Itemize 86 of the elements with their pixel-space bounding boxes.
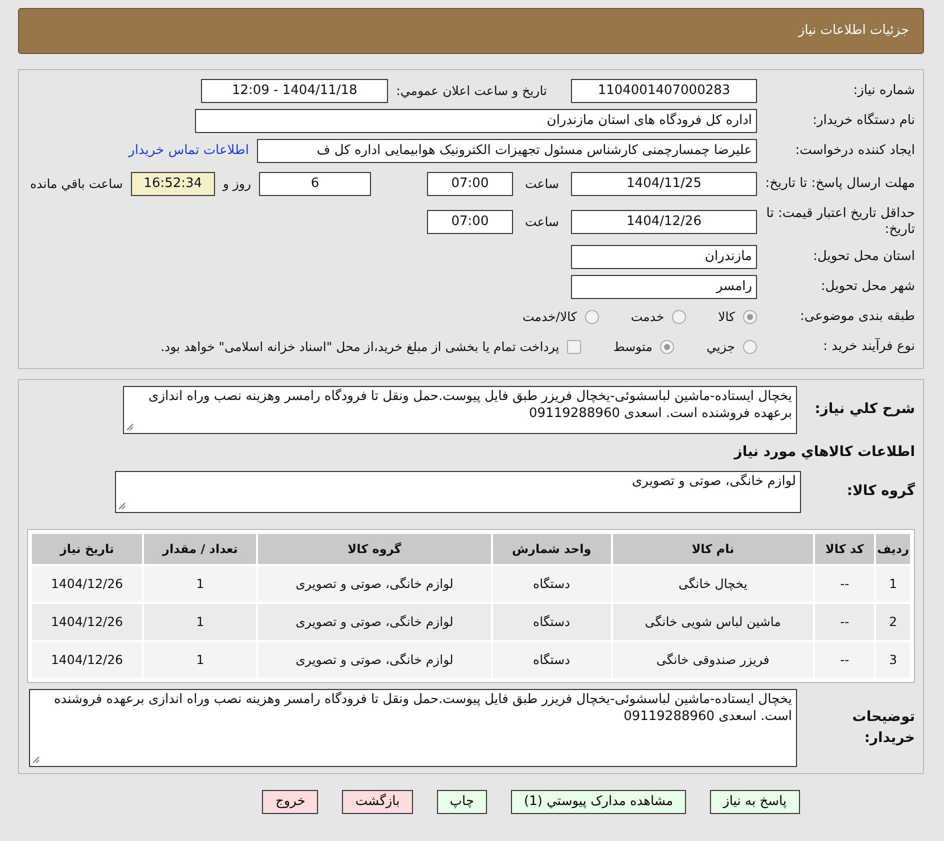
- table-cell: 2: [876, 604, 910, 640]
- column-header: نام کالا: [612, 534, 814, 564]
- field-label: تاریخ و ساعت اعلان عمومي:: [396, 82, 547, 100]
- table-cell: --: [815, 604, 874, 640]
- checkbox-label: پرداخت تمام یا بخشی از مبلغ خرید،از محل "اسناد خزانه اسلامی" خواهد بود.: [160, 338, 560, 356]
- description-field[interactable]: یخچال ایستاده-ماشین لباسشوئی-یخچال فریزر طبق فایل پیوست.حمل ونقل تا فرودگاه رامسر وهزینه نصب وراه اندازی برعهده فروشنده است. اسعدی 09119288960: [123, 386, 797, 434]
- goods-group-text: لوازم خانگی، صوتی و تصویری: [632, 474, 796, 489]
- table-cell: 1: [144, 566, 256, 602]
- table-cell: دستگاه: [492, 604, 611, 640]
- description-text: یخچال ایستاده-ماشین لباسشوئی-یخچال فریزر طبق فایل پیوست.حمل ونقل تا فرودگاه رامسر وهزینه نصب وراه اندازی برعهده فروشنده است. اسعدی 09119288960: [148, 389, 792, 421]
- column-header: ردیف: [876, 534, 910, 564]
- resize-grip-icon[interactable]: [126, 422, 134, 431]
- column-header: واحد شمارش: [492, 534, 611, 564]
- text-field[interactable]: 07:00: [426, 172, 513, 196]
- column-header: کد کالا: [815, 534, 874, 564]
- table-cell: --: [815, 566, 874, 602]
- field-label: ایجاد کننده درخواست:: [794, 143, 915, 159]
- radio-label: کالا/خدمت: [522, 308, 577, 326]
- radio-button[interactable]: [672, 310, 686, 324]
- table-cell: 3: [876, 642, 910, 678]
- text-field[interactable]: اداره کل فرودگاه های استان مازندران: [195, 109, 757, 133]
- column-header: تعداد / مقدار: [144, 534, 256, 564]
- time-label: ساعت: [524, 174, 559, 193]
- table-cell: دستگاه: [492, 642, 611, 678]
- page-title: جزئیات اطلاعات نیاز: [798, 22, 909, 40]
- remaining-label: ساعت باقي مانده: [30, 174, 123, 193]
- text-field[interactable]: علیرضا چمسارچمنی کارشناس مسئول تجهیزات الکترونیک هوابیمایی اداره کل ف: [257, 139, 757, 163]
- notes-field[interactable]: یخچال ایستاده-ماشین لباسشوئی-یخچال فریزر طبق فایل پیوست.حمل ونقل تا فرودگاه رامسر وهزینه نصب وراه اندازی برعهده فروشنده است. اسعدی 09119288960: [29, 688, 797, 767]
- action-button[interactable]: پاسخ به نیاز: [710, 790, 800, 814]
- table-cell: فریزر صندوقی خانگی: [612, 642, 814, 678]
- text-field[interactable]: 1404/11/25: [571, 172, 757, 196]
- action-button[interactable]: مشاهده مدارک پیوستي (1): [511, 790, 686, 814]
- table-cell: 1404/12/26: [32, 566, 142, 602]
- field-label: حداقل تاریخ اعتبار قیمت: تا تاریخ:: [765, 206, 915, 238]
- field-label: شماره نیاز:: [852, 83, 915, 99]
- radio-label: کالا: [718, 308, 735, 326]
- radio-button[interactable]: [743, 310, 757, 324]
- field-label: طبقه بندی موضوعی:: [798, 309, 915, 325]
- table-cell: لوازم خانگی، صوتی و تصویری: [258, 604, 491, 640]
- table-cell: 1: [144, 604, 256, 640]
- action-button[interactable]: چاپ: [436, 790, 487, 814]
- column-header: تاریخ نیاز: [32, 534, 142, 564]
- table-cell: ماشین لباس شویی خانگی: [612, 604, 814, 640]
- table-cell: 1: [144, 642, 256, 678]
- text-field[interactable]: 1104001407000283: [571, 79, 757, 103]
- table-cell: 1: [876, 566, 910, 602]
- table-cell: 1404/12/26: [32, 642, 142, 678]
- text-field[interactable]: 1404/11/18 - 12:09: [201, 79, 388, 103]
- table-cell: 1404/12/26: [32, 604, 142, 640]
- table-cell: --: [815, 642, 874, 678]
- field-label: نوع فرآیند خرید :: [822, 339, 915, 355]
- checkbox[interactable]: [567, 340, 582, 354]
- contact-link[interactable]: اطلاعات تماس خریدار: [128, 141, 249, 161]
- field-label: نام دستگاه خریدار:: [812, 113, 915, 129]
- field-label: مهلت ارسال پاسخ: تا تاریخ:: [765, 176, 915, 192]
- resize-grip-icon[interactable]: [32, 756, 40, 764]
- column-header: گروه کالا: [258, 534, 491, 564]
- action-button[interactable]: بازگشت: [342, 790, 413, 814]
- text-field[interactable]: 1404/12/26: [571, 210, 757, 234]
- days-label: روز و: [222, 174, 251, 193]
- table-cell: لوازم خانگی، صوتی و تصویری: [258, 566, 491, 602]
- goods-group-field[interactable]: لوازم خانگی، صوتی و تصویری: [115, 470, 801, 513]
- radio-button[interactable]: [743, 340, 757, 354]
- field-label: شهر محل تحویل:: [820, 279, 915, 295]
- radio-label: جزيي: [706, 338, 735, 356]
- field-label: توضیحات خریدار:: [851, 708, 915, 748]
- table-cell: لوازم خانگی، صوتی و تصویری: [258, 642, 491, 678]
- text-field[interactable]: مازندران: [571, 245, 757, 269]
- field-label: شرح کلي نیاز:: [814, 400, 915, 420]
- text-field[interactable]: 07:00: [426, 210, 513, 234]
- radio-button[interactable]: [584, 310, 599, 324]
- radio-button[interactable]: [660, 340, 674, 354]
- table-cell: یخچال خانگی: [612, 566, 814, 602]
- field-label: گروه کالا:: [846, 481, 915, 502]
- resize-grip-icon[interactable]: [118, 502, 126, 510]
- table-cell: دستگاه: [492, 566, 611, 602]
- notes-text: یخچال ایستاده-ماشین لباسشوئی-یخچال فریزر طبق فایل پیوست.حمل ونقل تا فرودگاه رامسر وهزینه نصب وراه اندازی برعهده فروشنده است. اسعدی 09119288960: [54, 692, 792, 724]
- radio-label: متوسط: [613, 338, 652, 356]
- field-label: استان محل تحویل:: [812, 249, 915, 265]
- action-button[interactable]: خروج: [262, 790, 318, 814]
- radio-label: خدمت: [630, 308, 664, 326]
- text-field[interactable]: رامسر: [571, 275, 757, 299]
- time-label: ساعت: [524, 212, 559, 231]
- text-field[interactable]: 6: [258, 172, 371, 196]
- text-field[interactable]: 16:52:34: [130, 172, 215, 196]
- section-heading: اطلاعات کالاهاي مورد نیاز: [732, 442, 915, 462]
